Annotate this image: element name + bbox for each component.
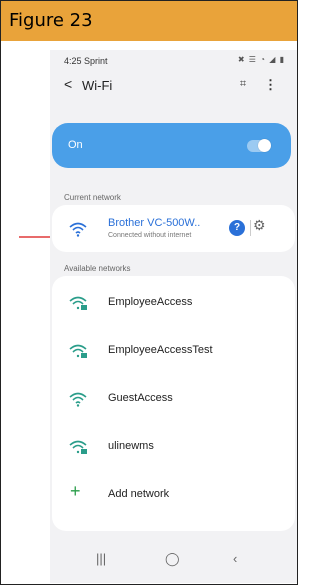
network-name: ulinewms <box>108 440 154 452</box>
available-networks-header: Available networks <box>64 264 131 273</box>
network-name: EmployeeAccessTest <box>108 344 213 356</box>
network-row-ulinewms[interactable]: ulinewms <box>52 424 295 472</box>
page-title: Wi-Fi <box>82 78 113 93</box>
figure-title: Figure 23 <box>9 10 93 31</box>
wifi-locked-icon <box>69 344 87 358</box>
figure-header: Figure 23 <box>1 1 297 41</box>
available-networks-list: EmployeeAccess EmployeeAccessTest GuestA… <box>52 276 295 531</box>
toggle-knob[interactable] <box>258 139 271 152</box>
network-row-employeeaccess[interactable]: EmployeeAccess <box>52 280 295 328</box>
more-options-icon[interactable]: ⋮ <box>264 77 277 93</box>
add-network-label: Add network <box>108 488 170 500</box>
bottom-navigation: ||| ◯ ‹ <box>50 545 297 575</box>
current-network-status: Connected without internet <box>108 232 192 239</box>
plus-icon: + <box>70 481 81 501</box>
network-row-guestaccess[interactable]: GuestAccess <box>52 376 295 424</box>
gear-icon[interactable]: ⚙ <box>253 217 266 234</box>
wifi-locked-icon <box>69 440 87 454</box>
phone-screen: 4:25 Sprint ✖ ☰ ◔ ◢ ▮ < Wi-Fi ⌗ ⋮ On Cur… <box>50 50 297 583</box>
wifi-icon <box>69 222 87 237</box>
network-row-employeeaccesstest[interactable]: EmployeeAccessTest <box>52 328 295 376</box>
status-time: 4:25 Sprint <box>64 56 108 66</box>
network-name: GuestAccess <box>108 392 173 404</box>
current-network-name: Brother VC-500W.. <box>108 217 201 229</box>
wifi-toggle-card[interactable]: On <box>52 123 291 168</box>
current-network-header: Current network <box>64 193 121 202</box>
wifi-toggle-label: On <box>68 139 83 151</box>
network-name: EmployeeAccess <box>108 296 193 308</box>
divider <box>250 220 251 236</box>
add-network-row[interactable]: + Add network <box>52 472 295 520</box>
chevron-left-icon[interactable]: < <box>64 76 72 92</box>
current-network-card[interactable]: Brother VC-500W.. Connected without inte… <box>52 205 295 252</box>
wifi-icon <box>69 392 87 407</box>
back-icon[interactable]: ‹ <box>233 551 237 566</box>
home-icon[interactable]: ◯ <box>165 551 180 567</box>
status-icons: ✖ ☰ ◔ ◢ ▮ <box>237 55 285 64</box>
help-icon[interactable]: ? <box>229 220 245 236</box>
qr-scan-icon[interactable]: ⌗ <box>236 77 250 91</box>
wifi-locked-icon <box>69 296 87 310</box>
status-bar: 4:25 Sprint ✖ ☰ ◔ ◢ ▮ <box>50 50 297 70</box>
recent-apps-icon[interactable]: ||| <box>96 551 106 566</box>
figure-frame: Figure 23 4:25 Sprint ✖ ☰ ◔ ◢ ▮ < Wi-Fi … <box>0 0 298 585</box>
